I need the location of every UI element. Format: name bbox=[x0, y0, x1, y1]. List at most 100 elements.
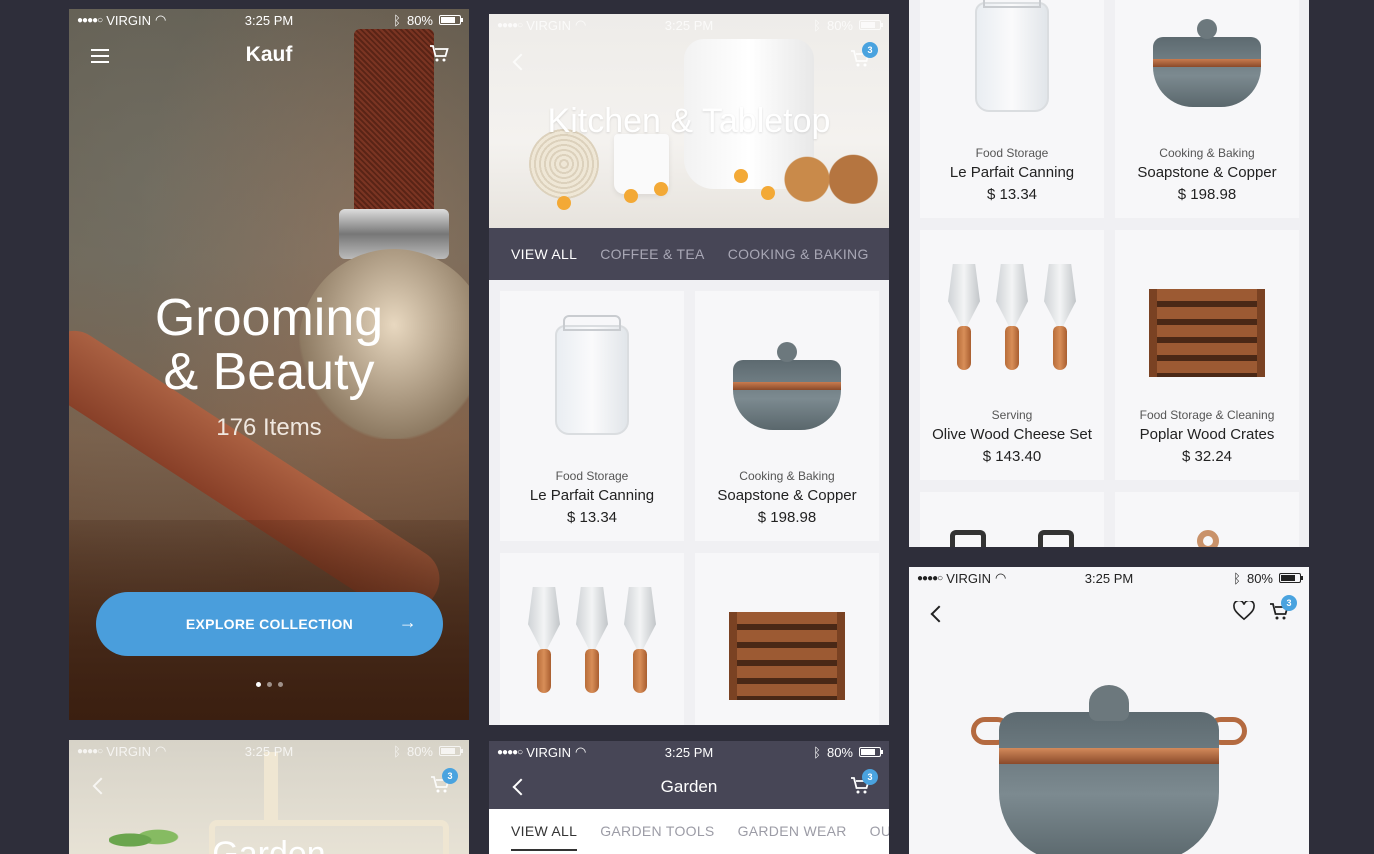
product-card[interactable] bbox=[920, 492, 1104, 547]
battery-icon bbox=[439, 746, 463, 756]
cart-count-badge: 3 bbox=[442, 768, 458, 784]
status-bar: ●●●●○ VIRGIN ◠ 3:25 PM ᛒ 80% bbox=[909, 567, 1309, 589]
wifi-icon: ◠ bbox=[575, 17, 587, 32]
category-screen: Kitchen & Tabletop ●●●●○ VIRGIN ◠ 3:25 PM … bbox=[489, 14, 889, 725]
product-price: $ 143.40 bbox=[982, 448, 1042, 465]
page-title: Garden bbox=[660, 777, 718, 796]
tab-coffee-tea[interactable]: COFFEE & TEA bbox=[600, 246, 704, 262]
cart-icon[interactable] bbox=[429, 45, 449, 63]
cart-count-badge: 3 bbox=[862, 769, 878, 785]
tab-cooking-baking[interactable]: COOKING & BAKING bbox=[728, 246, 869, 262]
battery-icon bbox=[859, 20, 883, 30]
bluetooth-icon: ᛒ bbox=[813, 17, 821, 33]
product-category: Serving bbox=[991, 408, 1033, 422]
garden-hero-screen: ●●●●○ VIRGIN ◠ 3:25 PM ᛒ 80% 3 Garden bbox=[69, 740, 469, 854]
cart-icon[interactable]: 3 bbox=[850, 769, 878, 795]
signal-icon: ●●●●○ bbox=[77, 14, 103, 26]
cart-icon[interactable]: 3 bbox=[430, 768, 458, 794]
carrier-label: VIRGIN bbox=[106, 12, 151, 28]
category-hero-image: Kitchen & Tabletop bbox=[489, 14, 889, 228]
garden-tabs: VIEW ALL GARDEN TOOLS GARDEN WEAR OUTDO bbox=[489, 809, 889, 853]
bluetooth-icon: ᛒ bbox=[1233, 570, 1241, 586]
back-icon[interactable] bbox=[930, 605, 948, 623]
product-name: Soapstone & Copper bbox=[1137, 164, 1277, 181]
bluetooth-icon: ᛒ bbox=[393, 743, 401, 759]
tab-garden-tools[interactable]: GARDEN TOOLS bbox=[600, 823, 714, 839]
back-icon[interactable] bbox=[92, 777, 110, 795]
home-screen: ●●●●○ VIRGIN ◠ 3:25 PM ᛒ 80% Kauf Grooming &… bbox=[69, 9, 469, 720]
product-card[interactable] bbox=[1115, 492, 1299, 547]
status-bar: ●●●●○ VIRGIN ◠ 3:25 PM ᛒ 80% bbox=[69, 9, 469, 31]
product-name: Le Parfait Canning bbox=[949, 164, 1075, 181]
product-category: Food Storage bbox=[555, 469, 629, 483]
product-category: Food Storage & Cleaning bbox=[1139, 408, 1275, 422]
signal-icon: ●●●●○ bbox=[497, 19, 523, 31]
battery-label: 80% bbox=[826, 17, 853, 33]
explore-collection-button[interactable]: EXPLORE COLLECTION → bbox=[96, 592, 443, 656]
page-indicator[interactable] bbox=[69, 682, 469, 687]
product-name: Poplar Wood Crates bbox=[1139, 426, 1275, 443]
carrier-label: VIRGIN bbox=[526, 744, 571, 760]
page-dot[interactable] bbox=[255, 682, 261, 687]
hero-item-count: 176 Items bbox=[216, 414, 322, 441]
wifi-icon: ◠ bbox=[995, 570, 1007, 585]
product-image-crate bbox=[1115, 244, 1299, 394]
signal-icon: ●●●●○ bbox=[497, 746, 523, 758]
product-category: Cooking & Baking bbox=[739, 469, 835, 483]
status-bar: ●●●●○ VIRGIN ◠ 3:25 PM ᛒ 80% bbox=[489, 14, 889, 36]
cart-count-badge: 3 bbox=[1281, 595, 1297, 611]
product-detail-screen: ●●●●○ VIRGIN ◠ 3:25 PM ᛒ 80% 3 bbox=[909, 567, 1309, 854]
garden-hero-title: Garden bbox=[212, 835, 326, 854]
signal-icon: ●●●●○ bbox=[77, 745, 103, 757]
category-title: Kitchen & Tabletop bbox=[547, 102, 831, 140]
hero-title: Grooming & Beauty bbox=[154, 289, 384, 401]
product-card[interactable] bbox=[500, 553, 684, 725]
wifi-icon: ◠ bbox=[575, 744, 587, 759]
product-card[interactable]: Cooking & Baking Soapstone & Copper $ 19… bbox=[1115, 0, 1299, 218]
product-name: Soapstone & Copper bbox=[717, 487, 857, 504]
top-nav: Kauf bbox=[69, 41, 469, 71]
product-name: Olive Wood Cheese Set bbox=[932, 426, 1092, 443]
category-tabs: VIEW ALL COFFEE & TEA COOKING & BAKING C… bbox=[489, 228, 889, 280]
product-image-jar bbox=[500, 305, 684, 455]
tab-garden-wear[interactable]: GARDEN WEAR bbox=[738, 823, 847, 839]
favorite-icon[interactable] bbox=[1233, 599, 1255, 621]
product-price: $ 13.34 bbox=[566, 509, 618, 526]
carrier-label: VIRGIN bbox=[526, 17, 571, 33]
brand-logo: Kauf bbox=[245, 43, 293, 66]
product-image-cheese-knives bbox=[500, 567, 684, 717]
page-dot[interactable] bbox=[277, 682, 283, 687]
cart-icon[interactable]: 3 bbox=[850, 42, 878, 68]
product-image-pot bbox=[1115, 0, 1299, 132]
tab-view-all[interactable]: VIEW ALL bbox=[511, 246, 577, 262]
product-card[interactable]: Serving Olive Wood Cheese Set $ 143.40 bbox=[920, 230, 1104, 480]
product-grid: Food Storage Le Parfait Canning $ 13.34 … bbox=[489, 280, 889, 725]
page-dot[interactable] bbox=[266, 682, 272, 687]
product-category: Cooking & Baking bbox=[1159, 146, 1255, 160]
product-card[interactable]: Food Storage & Cleaning Poplar Wood Crat… bbox=[1115, 230, 1299, 480]
product-card[interactable]: Food Storage Le Parfait Canning $ 13.34 bbox=[500, 291, 684, 541]
product-category: Food Storage bbox=[975, 146, 1049, 160]
product-card[interactable] bbox=[695, 553, 879, 725]
battery-icon bbox=[1279, 573, 1303, 583]
product-image-cheese-knives bbox=[920, 244, 1104, 394]
cart-count-badge: 3 bbox=[862, 42, 878, 58]
product-price: $ 198.98 bbox=[1177, 186, 1237, 203]
hero-image-brushes bbox=[774, 149, 884, 204]
cart-icon[interactable]: 3 bbox=[1269, 595, 1297, 621]
signal-icon: ●●●●○ bbox=[917, 572, 943, 584]
tab-outdoor[interactable]: OUTDO bbox=[870, 823, 889, 839]
status-bar: ●●●●○ VIRGIN ◠ 3:25 PM ᛒ 80% bbox=[489, 741, 889, 763]
product-price: $ 13.34 bbox=[986, 186, 1038, 203]
wifi-icon: ◠ bbox=[155, 743, 167, 758]
garden-screen: ●●●●○ VIRGIN ◠ 3:25 PM ᛒ 80% Garden 3 VIEW … bbox=[489, 741, 889, 854]
product-card[interactable]: Cooking & Baking Soapstone & Copper $ 19… bbox=[695, 291, 879, 541]
product-name: Le Parfait Canning bbox=[529, 487, 655, 504]
explore-button-label: EXPLORE COLLECTION bbox=[185, 616, 354, 632]
status-bar: ●●●●○ VIRGIN ◠ 3:25 PM ᛒ 80% bbox=[69, 740, 469, 762]
battery-label: 80% bbox=[1246, 570, 1273, 586]
tab-view-all[interactable]: VIEW ALL bbox=[511, 823, 578, 851]
carrier-label: VIRGIN bbox=[946, 570, 991, 586]
product-card[interactable]: Food Storage Le Parfait Canning $ 13.34 bbox=[920, 0, 1104, 218]
arrow-right-icon: → bbox=[398, 612, 417, 632]
